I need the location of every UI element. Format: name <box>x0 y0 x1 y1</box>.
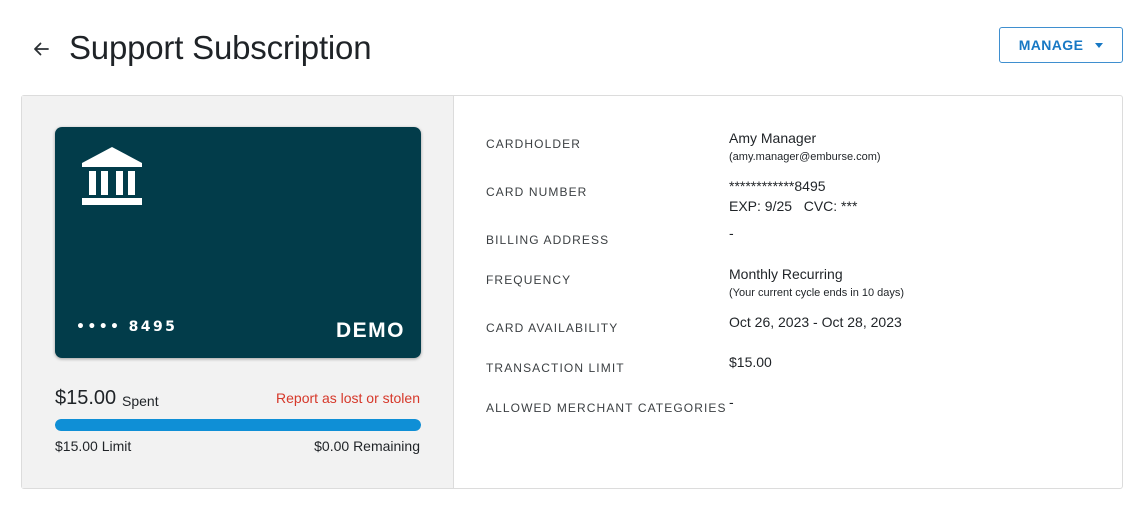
manage-button-label: MANAGE <box>1018 37 1084 53</box>
frequency-cycle-note: (Your current cycle ends in 10 days) <box>729 287 905 299</box>
page-title: Support Subscription <box>69 29 372 66</box>
allowed-merchant-categories-value: - <box>729 394 734 410</box>
transaction-limit-value: $15.00 <box>729 354 772 370</box>
card-exp-cvc: EXP: 9/25 CVC: *** <box>729 198 858 214</box>
cardholder-email: (amy.manager@emburse.com) <box>729 151 881 163</box>
card-number-label: CARD NUMBER <box>486 185 588 199</box>
report-lost-stolen-link[interactable]: Report as lost or stolen <box>276 390 420 406</box>
card-number-value: ************8495 <box>729 178 826 194</box>
virtual-card: •••• 8495 DEMO <box>55 127 421 358</box>
billing-address-value: - <box>729 225 734 241</box>
card-availability-value: Oct 26, 2023 - Oct 28, 2023 <box>729 314 902 330</box>
card-last-four: •••• 8495 <box>76 319 178 335</box>
cardholder-name: Amy Manager <box>729 130 817 146</box>
transaction-limit-label: TRANSACTION LIMIT <box>486 361 625 375</box>
bank-icon <box>82 147 142 205</box>
limit-text: $15.00 Limit <box>55 438 132 454</box>
back-button[interactable] <box>28 36 54 62</box>
frequency-label: FREQUENCY <box>486 273 572 287</box>
manage-button[interactable]: MANAGE <box>999 27 1123 63</box>
spent-amount: $15.00 <box>55 387 117 409</box>
billing-address-label: BILLING ADDRESS <box>486 233 610 247</box>
card-brand: DEMO <box>336 319 405 342</box>
subscription-panel: •••• 8495 DEMO $15.00 Spent Report as lo… <box>21 95 1123 489</box>
frequency-value: Monthly Recurring <box>729 266 843 282</box>
caret-down-icon <box>1095 43 1104 48</box>
spent-label: Spent <box>122 393 159 409</box>
spend-progress-bar <box>55 419 421 431</box>
card-availability-label: CARD AVAILABILITY <box>486 321 619 335</box>
card-pane: •••• 8495 DEMO $15.00 Spent Report as lo… <box>22 96 454 488</box>
cardholder-label: CARDHOLDER <box>486 137 582 151</box>
spend-progress-fill <box>55 419 421 431</box>
arrow-left-icon <box>34 42 49 56</box>
remaining-text: $0.00 Remaining <box>314 438 420 454</box>
allowed-merchant-categories-label: ALLOWED MERCHANT CATEGORIES <box>486 401 727 415</box>
